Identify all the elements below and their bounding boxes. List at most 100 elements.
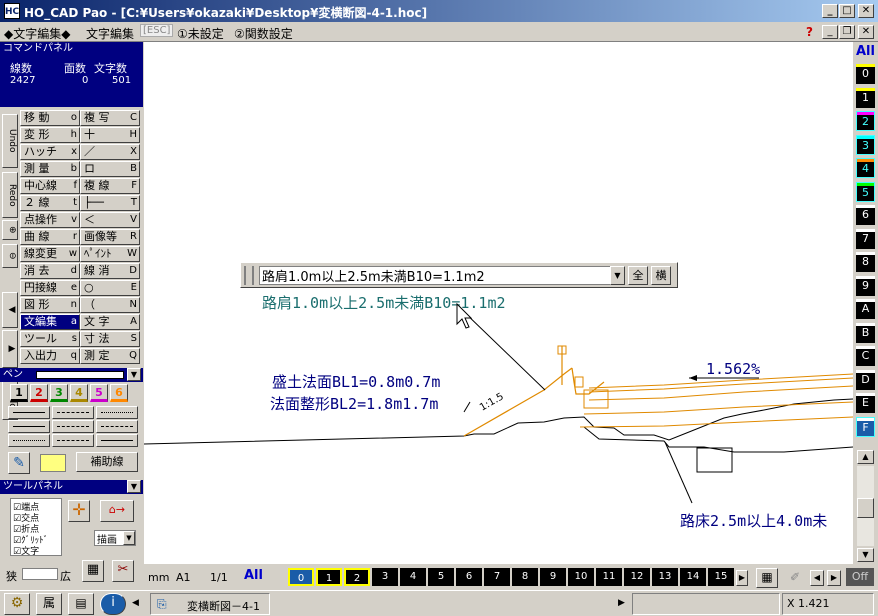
layer-4-button[interactable]: 4 [856, 158, 875, 178]
bottom-layer-12-button[interactable]: 12 [624, 568, 650, 586]
cmd-left-5[interactable]: ２ 線 t [20, 195, 80, 211]
line-type-4[interactable] [52, 420, 94, 433]
cmd-right-5[interactable]: ├── T [80, 195, 140, 211]
color-swatch[interactable] [40, 454, 66, 472]
drawing-label-1[interactable]: 路肩1.0m以上2.5m未満B10=1.1m2 [262, 294, 506, 312]
cmd-left-14[interactable]: 入出力 q [20, 348, 80, 364]
bottom-layer-3-button[interactable]: 3 [372, 568, 398, 586]
drawing-label-3[interactable]: 法面整形BL2=1.8m1.7m [270, 395, 438, 413]
crosshair-icon[interactable]: ✛ [68, 500, 90, 522]
bottom-layer-1-button[interactable]: 1 [316, 568, 342, 586]
cmd-left-7[interactable]: 曲 線r [20, 229, 80, 245]
layer-8-button[interactable]: 8 [856, 252, 875, 272]
side-tab-4[interactable]: ◀ [2, 292, 18, 328]
cmd-left-8[interactable]: 線変更 w [20, 246, 80, 262]
snap-check-4[interactable]: ☑文字 [13, 544, 39, 557]
line-type-3[interactable] [8, 420, 50, 433]
cmd-right-4[interactable]: 複 線F [80, 178, 140, 194]
bottom-layer-7-button[interactable]: 7 [484, 568, 510, 586]
layer-6-button[interactable]: 6 [856, 205, 875, 225]
cmd-left-11[interactable]: 図 形n [20, 297, 80, 313]
layer-C-button[interactable]: C [856, 346, 875, 366]
line-type-8[interactable] [96, 434, 138, 447]
bottom-layer-10-button[interactable]: 10 [568, 568, 594, 586]
grip-handle[interactable] [244, 266, 254, 285]
drawing-label-4[interactable]: 1.562% [706, 360, 760, 378]
tools-icon[interactable]: ✂ [112, 560, 134, 582]
document-icon[interactable]: ▤ [68, 593, 94, 615]
input-dropdown-icon[interactable]: ▼ [610, 266, 625, 285]
cmd-left-1[interactable]: 変 形h [20, 127, 80, 143]
all-button[interactable]: 全 [628, 266, 648, 285]
paper-size-label[interactable]: A1 [176, 571, 191, 584]
cmd-right-0[interactable]: 複 写C [80, 110, 140, 126]
zoom-slider[interactable] [22, 568, 58, 580]
cmd-left-12[interactable]: 文編集 a [20, 314, 80, 330]
side-tab-1[interactable]: Redo [2, 172, 18, 218]
document-tab[interactable]: ⎘ 変横断図－4-1 [150, 593, 270, 615]
layer-B-button[interactable]: B [856, 322, 875, 343]
pencil-icon[interactable]: ✎ [8, 452, 30, 474]
bottom-layer-13-button[interactable]: 13 [652, 568, 678, 586]
pen-1-button[interactable]: 1 [10, 384, 28, 402]
all-layers-button[interactable]: All [853, 44, 878, 59]
cmd-left-13[interactable]: ツール s [20, 331, 80, 347]
scroll-left-icon[interactable]: ◀ [810, 570, 824, 586]
pen-4-button[interactable]: 4 [70, 384, 88, 402]
text-edit-input[interactable] [259, 266, 611, 285]
line-type-7[interactable] [52, 434, 94, 447]
drawing-canvas[interactable]: 路肩1.0m以上2.5m未満B10=1.1m2 盛土法面BL1=0.8m0.7m… [144, 42, 853, 564]
cmd-right-2[interactable]: ／ X [80, 144, 140, 160]
bottom-layer-4-button[interactable]: 4 [400, 568, 426, 586]
cmd-right-13[interactable]: 寸 法S [80, 331, 140, 347]
tool-panel-dropdown[interactable]: ▼ [127, 480, 141, 493]
horizontal-button[interactable]: 横 [651, 266, 671, 285]
cmd-right-11[interactable]: （N [80, 297, 140, 313]
cmd-right-3[interactable]: ロB [80, 161, 140, 177]
export-icon[interactable]: ⌂→ [100, 500, 134, 522]
help-icon[interactable]: ? [806, 25, 813, 39]
bottom-layer-0-button[interactable]: 0 [288, 568, 314, 586]
bottom-layer-6-button[interactable]: 6 [456, 568, 482, 586]
cmd-right-8[interactable]: ﾍﾟｲﾝﾄ W [80, 246, 140, 262]
cmd-left-4[interactable]: 中心線 f [20, 178, 80, 194]
menu-text-edit-mode[interactable]: ◆文字編集◆ [4, 25, 70, 42]
cmd-right-9[interactable]: 線 消D [80, 263, 140, 279]
eraser-icon[interactable]: ✐ [784, 568, 806, 588]
maximize-button[interactable]: □ [839, 4, 855, 18]
cmd-right-7[interactable]: 画像等 R [80, 229, 140, 245]
checkbox-icon[interactable]: ☑ [13, 547, 21, 557]
cmd-left-9[interactable]: 消 去d [20, 263, 80, 279]
pen-5-button[interactable]: 5 [90, 384, 108, 402]
bottom-layer-9-button[interactable]: 9 [540, 568, 566, 586]
pen-width-bar[interactable] [36, 371, 124, 379]
close-button[interactable]: ✕ [858, 4, 874, 18]
keyboard-icon[interactable]: ▦ [82, 560, 104, 582]
bottom-scroll-right-icon[interactable]: ▶ [736, 570, 748, 586]
status-scroll-left-icon[interactable]: ◀ [132, 598, 139, 608]
cmd-right-6[interactable]: ＜ V [80, 212, 140, 228]
cmd-right-14[interactable]: 測 定Q [80, 348, 140, 364]
layer-D-button[interactable]: D [856, 369, 875, 390]
layer-1-button[interactable]: 1 [856, 87, 875, 108]
cmd-left-10[interactable]: 円接線 e [20, 280, 80, 296]
info-icon[interactable]: i [100, 593, 126, 615]
bottom-layer-2-button[interactable]: 2 [344, 568, 370, 586]
side-tab-3[interactable]: ⊖ [2, 244, 18, 268]
pen-3-button[interactable]: 3 [50, 384, 68, 402]
layer-E-button[interactable]: E [856, 393, 875, 413]
side-tab-0[interactable]: Undo [2, 114, 18, 168]
layer-2-button[interactable]: 2 [856, 111, 875, 131]
bottom-layer-11-button[interactable]: 11 [596, 568, 622, 586]
cmd-left-3[interactable]: 測 量b [20, 161, 80, 177]
pen-2-button[interactable]: 2 [30, 384, 48, 402]
line-type-0[interactable] [8, 406, 50, 419]
attribute-button[interactable]: 属 [36, 593, 62, 615]
drawing-label-5[interactable]: 路床2.5m以上4.0m未 [680, 512, 827, 530]
bottom-layer-5-button[interactable]: 5 [428, 568, 454, 586]
mdi-restore-button[interactable]: ❐ [839, 25, 855, 39]
layer-7-button[interactable]: 7 [856, 228, 875, 249]
layer-0-button[interactable]: 0 [856, 64, 875, 84]
aux-line-button[interactable]: 補助線 [76, 452, 138, 472]
bottom-layer-14-button[interactable]: 14 [680, 568, 706, 586]
